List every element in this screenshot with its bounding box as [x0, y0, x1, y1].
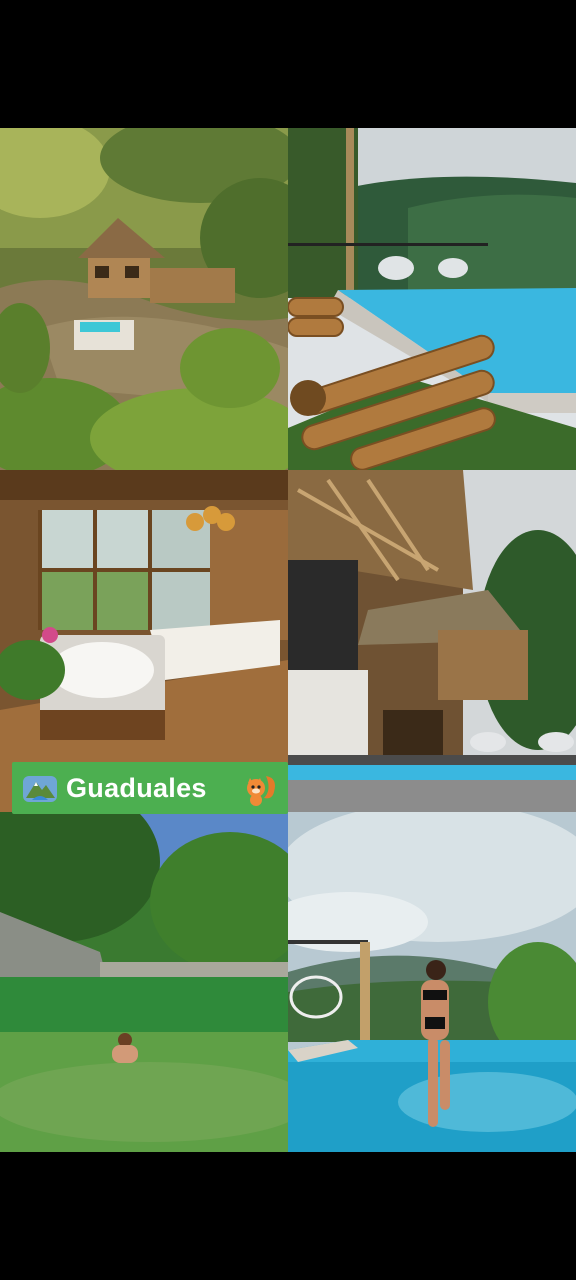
national-park-emoji-icon	[22, 770, 58, 806]
squirrel-emoji-icon	[242, 770, 278, 806]
photo-bedroom-jacuzzi	[0, 470, 288, 812]
photo-bamboo-pool	[288, 128, 576, 470]
photo-river-swim	[0, 812, 288, 1152]
photo-infinity-pool	[288, 812, 576, 1152]
banner-title: Guaduales	[66, 772, 207, 803]
photo-lodge-exterior	[288, 470, 576, 812]
guaduales-banner: Guaduales	[12, 762, 288, 814]
photo-aerial-cabin	[0, 128, 288, 470]
